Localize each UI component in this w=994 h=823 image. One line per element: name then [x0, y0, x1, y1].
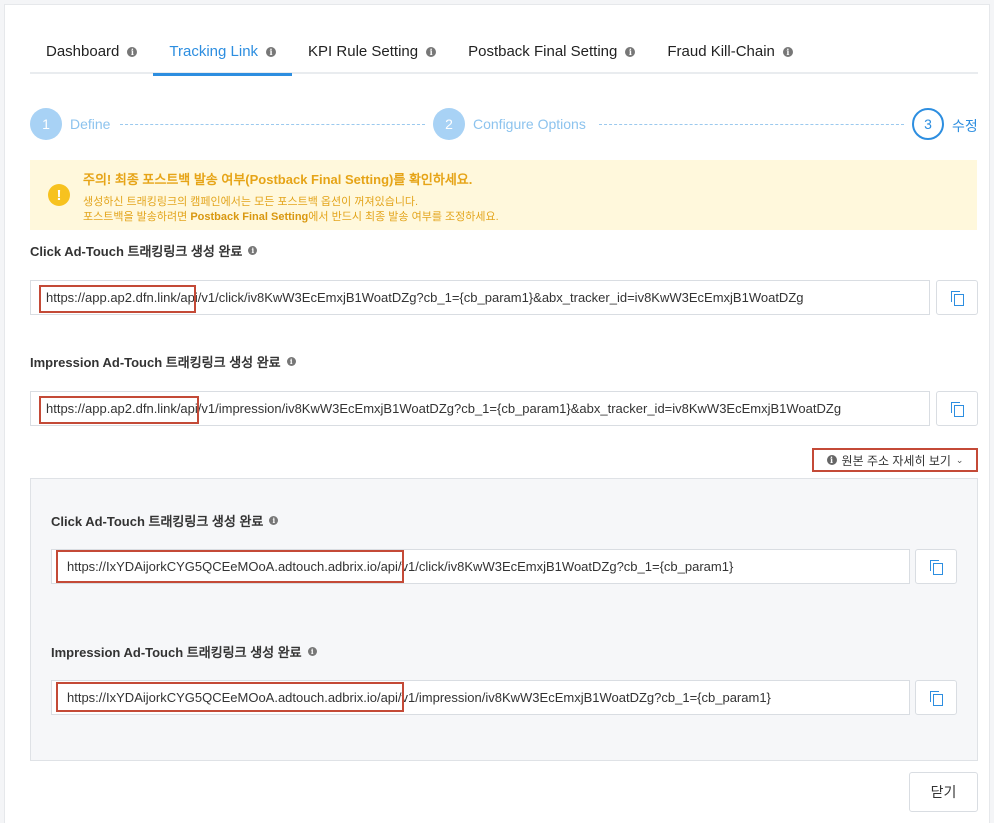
tab-label: KPI Rule Setting	[308, 43, 419, 60]
info-icon: i	[127, 46, 138, 57]
info-icon: i	[248, 246, 258, 255]
warning-instruction-text: 에서 반드시 최종 발송 여부를 조정하세요.	[308, 211, 499, 223]
step-connector	[599, 124, 904, 125]
original-impression-url-field[interactable]: https://IxYDAijorkCYG5QCEeMOoA.adtouch.a…	[51, 680, 910, 715]
copy-click-url-button[interactable]	[936, 280, 978, 315]
copy-icon	[951, 291, 964, 306]
tab-bar: Dashboard i Tracking Link i KPI Rule Set…	[30, 29, 978, 76]
url-domain: https://IxYDAijorkCYG5QCEeMOoA.adtouch.a…	[67, 559, 377, 574]
step-3-label: 수정	[952, 118, 978, 134]
url-path: /api/v1/impression/iv8KwW3EcEmxjB1WoatDZ…	[176, 401, 842, 416]
tab-dashboard[interactable]: Dashboard i	[30, 29, 153, 74]
step-1-label: Define	[70, 116, 111, 132]
info-icon: i	[426, 46, 437, 57]
url-domain: https://app.ap2.dfn.link	[46, 401, 177, 416]
tab-label: Postback Final Setting	[468, 43, 618, 60]
tracking-link-panel: Dashboard i Tracking Link i KPI Rule Set…	[4, 4, 990, 823]
tab-kpi-rule-setting[interactable]: KPI Rule Setting i	[292, 29, 452, 74]
url-domain: https://IxYDAijorkCYG5QCEeMOoA.adtouch.a…	[67, 690, 377, 705]
step-3-circle: 3	[912, 108, 944, 140]
original-impression-link-label: Impression Ad-Touch 트래킹링크 생성 완료	[51, 645, 302, 660]
url-path: /api/v1/impression/iv8KwW3EcEmxjB1WoatDZ…	[376, 690, 771, 705]
copy-icon	[930, 691, 943, 706]
step-2-circle: 2	[433, 108, 465, 140]
tab-label: Dashboard	[46, 43, 120, 60]
original-url-panel: Click Ad-Touch 트래킹링크 생성 완료 i https://IxY…	[30, 478, 978, 761]
tab-label: Tracking Link	[169, 43, 259, 60]
info-icon: i	[826, 455, 837, 465]
toggle-label: 원본 주소 자세히 보기	[841, 453, 951, 468]
postback-final-setting-emphasis: Postback Final Setting	[190, 211, 309, 223]
copy-original-click-url-button[interactable]	[915, 549, 957, 584]
impression-link-label: Impression Ad-Touch 트래킹링크 생성 완료	[30, 355, 281, 370]
info-icon: i	[266, 46, 277, 57]
info-icon: i	[625, 46, 636, 57]
warning-title: 주의! 최종 포스트백 발송 여부(Postback Final Setting…	[83, 172, 473, 187]
original-click-link-heading: Click Ad-Touch 트래킹링크 생성 완료 i	[51, 511, 279, 530]
impression-link-heading: Impression Ad-Touch 트래킹링크 생성 완료 i	[30, 352, 296, 371]
copy-icon	[930, 560, 943, 575]
chevron-down-icon: ⌄	[955, 454, 964, 465]
copy-original-impression-url-button[interactable]	[915, 680, 957, 715]
url-domain: https://app.ap2.dfn.link	[46, 290, 177, 305]
tab-fraud-kill-chain[interactable]: Fraud Kill-Chain i	[651, 29, 809, 74]
copy-icon	[951, 402, 964, 417]
close-button[interactable]: 닫기	[909, 772, 978, 812]
url-path: /api/v1/click/iv8KwW3EcEmxjB1WoatDZg?cb_…	[176, 290, 804, 305]
info-icon: i	[782, 46, 793, 57]
step-2-label: Configure Options	[473, 116, 586, 132]
info-icon: i	[286, 357, 296, 366]
click-tracking-url-field[interactable]: https://app.ap2.dfn.link/api/v1/click/iv…	[30, 280, 930, 315]
original-impression-link-heading: Impression Ad-Touch 트래킹링크 생성 완료 i	[51, 642, 317, 661]
original-click-link-label: Click Ad-Touch 트래킹링크 생성 완료	[51, 514, 264, 529]
info-icon: i	[307, 647, 317, 656]
step-1-circle: 1	[30, 108, 62, 140]
tab-tracking-link[interactable]: Tracking Link i	[153, 29, 292, 76]
postback-warning-alert: ! 주의! 최종 포스트백 발송 여부(Postback Final Setti…	[30, 160, 977, 230]
original-click-url-field[interactable]: https://IxYDAijorkCYG5QCEeMOoA.adtouch.a…	[51, 549, 910, 584]
warning-instruction: 포스트백을 발송하려면 Postback Final Setting에서 반드시…	[83, 208, 499, 224]
tab-postback-final-setting[interactable]: Postback Final Setting i	[452, 29, 651, 74]
copy-impression-url-button[interactable]	[936, 391, 978, 426]
warning-instruction-text: 포스트백을 발송하려면	[83, 211, 191, 223]
warning-message: 생성하신 트래킹링크의 캠페인에서는 모든 포스트백 옵션이 꺼져있습니다.	[83, 196, 419, 208]
show-original-url-toggle[interactable]: i 원본 주소 자세히 보기 ⌄	[812, 448, 978, 472]
url-path: /api/v1/click/iv8KwW3EcEmxjB1WoatDZg?cb_…	[376, 559, 734, 574]
click-link-label: Click Ad-Touch 트래킹링크 생성 완료	[30, 244, 243, 259]
warning-icon: !	[48, 184, 70, 206]
info-icon: i	[269, 516, 279, 525]
step-indicator: 1 Define 2 Configure Options 3 수정	[30, 108, 980, 142]
impression-tracking-url-field[interactable]: https://app.ap2.dfn.link/api/v1/impressi…	[30, 391, 930, 426]
step-connector	[120, 124, 425, 125]
tab-label: Fraud Kill-Chain	[667, 43, 775, 60]
click-link-heading: Click Ad-Touch 트래킹링크 생성 완료 i	[30, 241, 258, 260]
